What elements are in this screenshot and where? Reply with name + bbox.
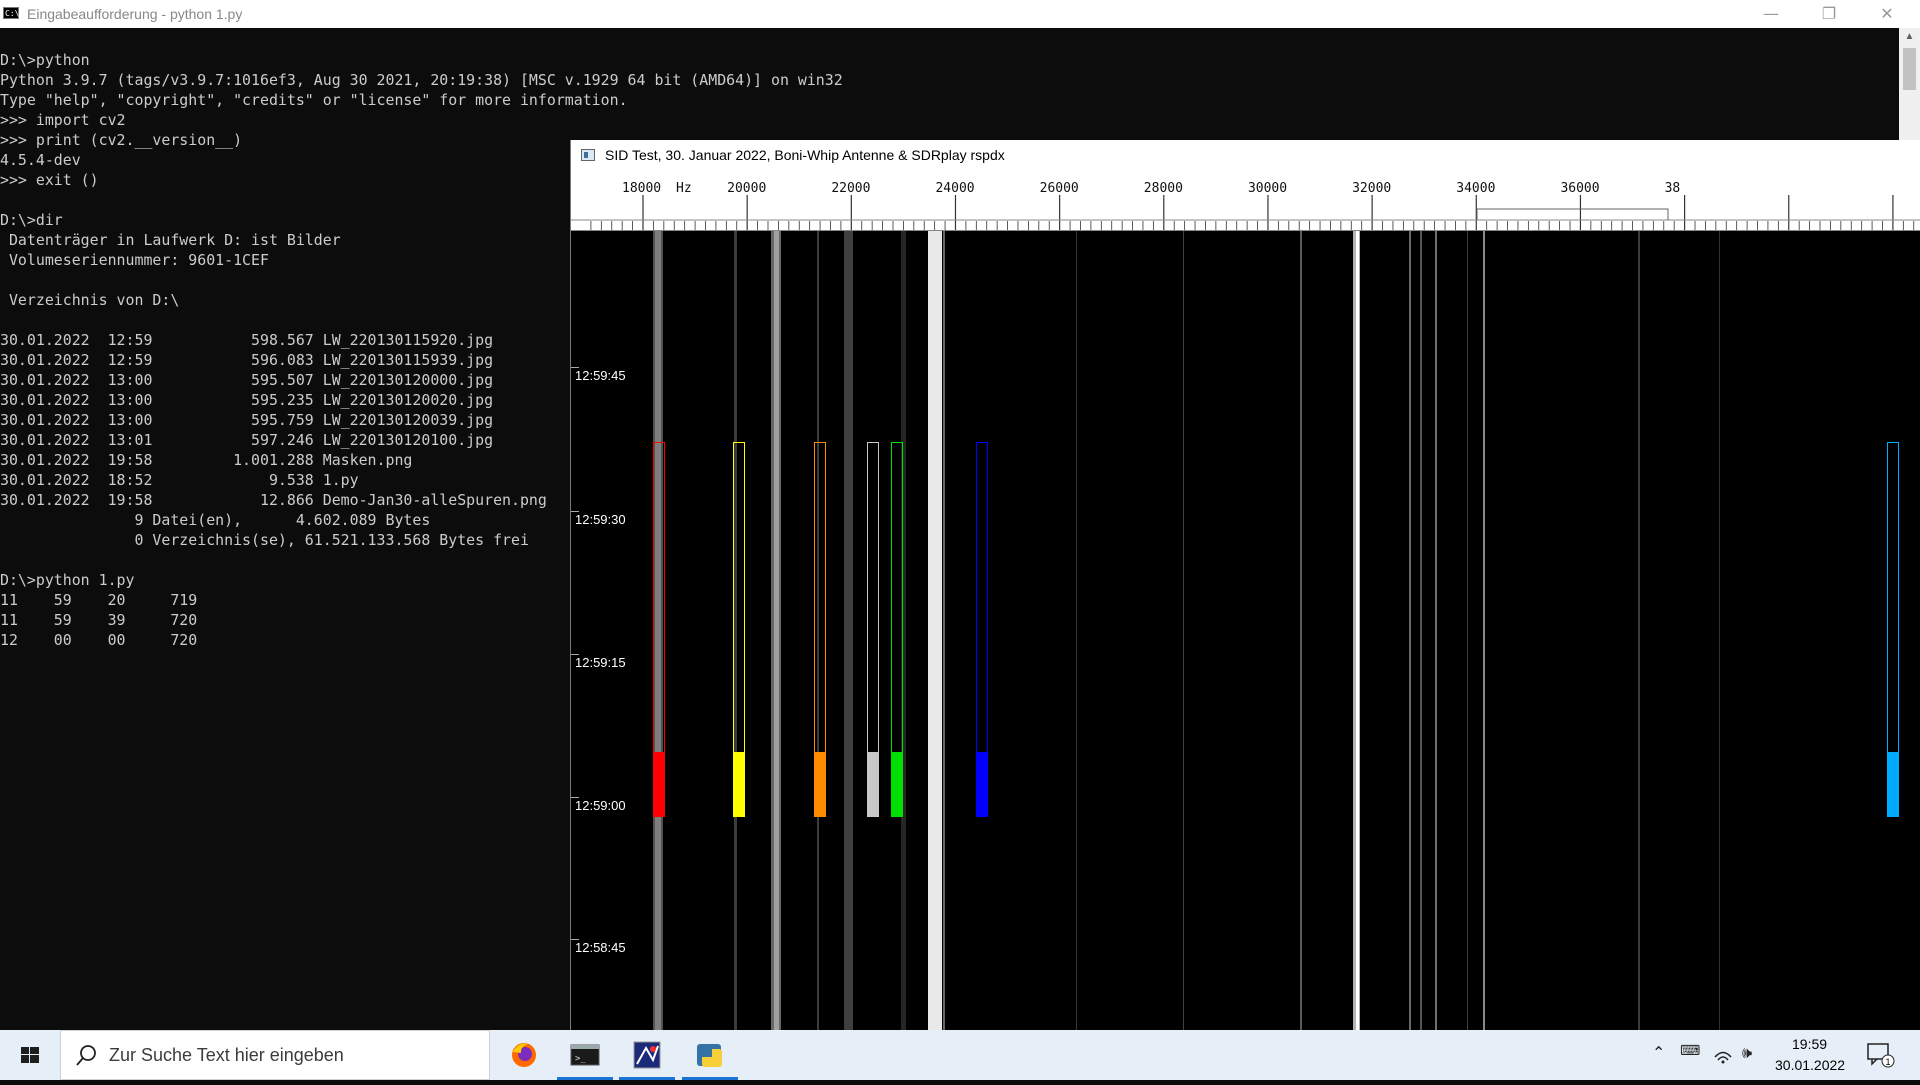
spectrogram-trace (1356, 231, 1359, 1030)
freq-label: 30000 (1248, 181, 1287, 196)
time-label: 12:59:15 (575, 655, 626, 670)
freq-label: 38 (1665, 181, 1681, 196)
sid-window-icon (581, 149, 595, 161)
freq-label: 26000 (1040, 181, 1079, 196)
spectrogram-trace (1409, 231, 1411, 1030)
spectrogram-trace (943, 231, 945, 1030)
taskbar-firefox[interactable] (494, 1030, 554, 1080)
console-app-icon: C:\ (3, 7, 20, 19)
scroll-up-arrow-icon[interactable]: ▲ (1899, 30, 1920, 44)
spectrogram-trace (1183, 231, 1184, 1030)
mask-fill (892, 752, 902, 816)
clock-date[interactable]: 30.01.2022 (1775, 1057, 1845, 1073)
taskbar: Zur Suche Text hier eingeben >_ ⌃ ⌨ 🕪 19… (0, 1030, 1920, 1080)
console-title: Eingabeaufforderung - python 1.py (27, 6, 243, 22)
time-label: 12:58:45 (575, 940, 626, 955)
spectrogram-trace (1076, 231, 1077, 1030)
mask-marker (1887, 442, 1899, 817)
mask-marker (867, 442, 879, 817)
taskbar-python[interactable] (680, 1030, 740, 1080)
spectrogram-trace (1435, 231, 1437, 1030)
mask-marker (733, 442, 745, 817)
restore-button[interactable]: ❐ (1806, 0, 1852, 28)
spectrogram-trace (774, 231, 779, 1030)
freq-selection-bracket (1476, 208, 1669, 220)
freq-unit-label: Hz (676, 181, 692, 196)
scrollbar-thumb[interactable] (1903, 48, 1916, 90)
mask-fill (1888, 752, 1898, 816)
firefox-icon (512, 1043, 536, 1067)
python-icon (697, 1044, 722, 1067)
mask-fill (654, 752, 664, 816)
mask-fill (815, 752, 825, 816)
spectrogram-trace (928, 231, 942, 1030)
mask-marker (891, 442, 903, 817)
notification-count: 1 (1886, 1057, 1891, 1067)
spectrogram-trace (844, 231, 853, 1030)
minimize-button[interactable]: — (1748, 0, 1794, 28)
mask-fill (868, 752, 878, 816)
frequency-axis: 18000 20000 22000 24000 26000 28000 30000 32000… (571, 170, 1920, 231)
search-placeholder: Zur Suche Text hier eingeben (109, 1045, 344, 1065)
taskbar-search-box[interactable]: Zur Suche Text hier eingeben (60, 1030, 490, 1080)
tray-chevron-up-icon[interactable]: ⌃ (1652, 1043, 1665, 1062)
taskbar-sid-app[interactable] (617, 1030, 677, 1080)
console-titlebar[interactable]: C:\ Eingabeaufforderung - python 1.py — … (0, 0, 1920, 29)
start-button[interactable] (0, 1030, 60, 1080)
freq-label: 34000 (1456, 181, 1495, 196)
volume-icon[interactable]: 🕪 (1742, 1043, 1752, 1063)
spectrogram-trace (1638, 231, 1640, 1030)
time-label: 12:59:00 (575, 798, 626, 813)
freq-label: 36000 (1560, 181, 1599, 196)
time-label: 12:59:45 (575, 368, 626, 383)
notification-icon[interactable]: 1 (1866, 1041, 1896, 1069)
taskbar-terminal[interactable]: >_ (555, 1030, 615, 1080)
svg-text:>_: >_ (575, 1054, 586, 1064)
mask-marker (653, 442, 665, 817)
spectrogram-trace (1719, 231, 1720, 1030)
mask-marker (976, 442, 988, 817)
mask-fill (734, 752, 744, 816)
mask-marker (814, 442, 826, 817)
keyboard-icon[interactable]: ⌨ (1680, 1043, 1700, 1059)
windows-logo-icon (21, 1047, 39, 1063)
clock-time[interactable]: 19:59 (1792, 1036, 1827, 1052)
freq-label: 22000 (831, 181, 870, 196)
sid-title: SID Test, 30. Januar 2022, Boni-Whip Ant… (605, 147, 1005, 163)
sid-window[interactable]: SID Test, 30. Januar 2022, Boni-Whip Ant… (570, 140, 1920, 1030)
spectrogram-trace (1300, 231, 1302, 1030)
freq-label: 24000 (935, 181, 974, 196)
spectrogram-trace (1483, 231, 1485, 1030)
spectrogram: 12:59:45 12:59:30 12:59:15 12:59:00 12:58:45 (571, 231, 1920, 1030)
search-icon (76, 1045, 96, 1066)
spectrogram-trace (1420, 231, 1422, 1030)
spectrogram-trace (1467, 231, 1468, 1030)
time-label: 12:59:30 (575, 512, 626, 527)
freq-label: 32000 (1352, 181, 1391, 196)
sid-app-icon (633, 1041, 661, 1069)
sid-titlebar[interactable]: SID Test, 30. Januar 2022, Boni-Whip Ant… (571, 140, 1920, 170)
terminal-icon: >_ (570, 1044, 600, 1066)
frequency-ruler: 18000 20000 22000 24000 26000 28000 30000 32000… (571, 181, 1920, 230)
network-icon[interactable] (1712, 1043, 1734, 1065)
freq-label: 18000 (622, 181, 661, 196)
mask-fill (977, 752, 987, 816)
close-button[interactable]: ✕ (1864, 0, 1910, 28)
freq-label: 20000 (727, 181, 766, 196)
freq-label: 28000 (1144, 181, 1183, 196)
